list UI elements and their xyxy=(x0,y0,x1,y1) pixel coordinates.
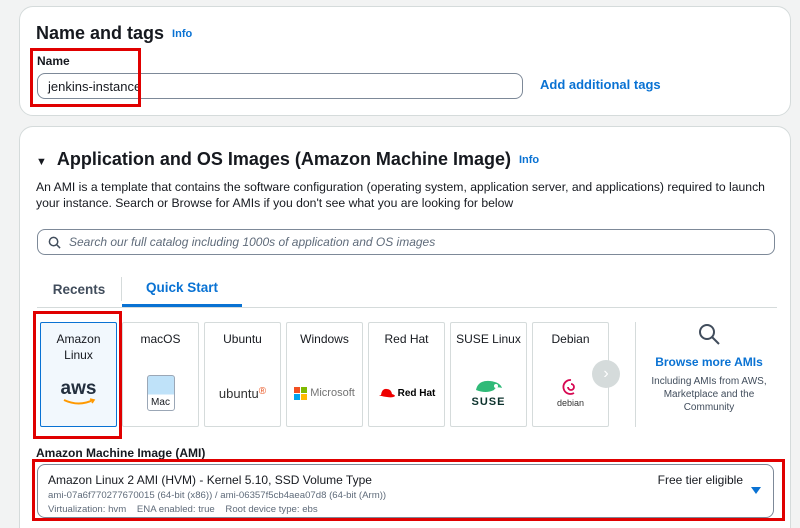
caret-down-icon[interactable] xyxy=(751,487,761,494)
browse-more-amis-link[interactable]: Browse more AMIs xyxy=(650,355,768,369)
name-field-label: Name xyxy=(37,54,70,68)
chevron-right-icon: › xyxy=(603,365,609,382)
ami-select-label: Amazon Machine Image (AMI) xyxy=(36,446,206,460)
mac-logo-icon: Mac xyxy=(123,375,198,411)
search-icon xyxy=(48,236,61,249)
aws-logo-text: aws xyxy=(60,378,97,399)
browse-divider xyxy=(635,322,636,427)
ami-info-link[interactable]: Info xyxy=(519,154,539,166)
tiles-next-button[interactable]: › xyxy=(592,360,620,388)
suse-logo-text: SUSE xyxy=(471,396,506,408)
tile-macos[interactable]: macOS Mac xyxy=(122,322,199,427)
magnifier-icon xyxy=(699,324,720,345)
redhat-logo-text: Red Hat xyxy=(397,387,436,399)
tab-quick-start[interactable]: Quick Start xyxy=(122,271,242,307)
ami-select[interactable]: Amazon Linux 2 AMI (HVM) - Kernel 5.10, … xyxy=(37,464,774,518)
tile-label: Windows xyxy=(300,332,349,346)
microsoft-logo-icon: Microsoft xyxy=(287,375,362,411)
ami-section-heading: Application and OS Images (Amazon Machin… xyxy=(56,149,511,169)
browse-more-subtext: Including AMIs from AWS, Marketplace and… xyxy=(651,376,767,413)
debian-logo-text: debian xyxy=(556,398,585,408)
ubuntu-logo-icon: ubuntu® xyxy=(205,375,280,411)
name-and-tags-panel: Name and tags Info Name jenkins-instance … xyxy=(19,6,791,116)
browse-more-amis: Browse more AMIs Including AMIs from AWS… xyxy=(650,322,768,414)
ubuntu-circle-icon: ® xyxy=(258,385,267,397)
suse-logo-icon: SUSE xyxy=(451,375,526,411)
name-section-title: Name and tags Info xyxy=(36,23,192,44)
name-section-heading: Name and tags xyxy=(36,23,165,43)
suse-chameleon-icon xyxy=(475,380,502,392)
tile-windows[interactable]: Windows Microsoft xyxy=(286,322,363,427)
tile-label: Amazon Linux xyxy=(56,332,101,362)
ubuntu-logo-text: ubuntu xyxy=(218,385,259,401)
tabs-underline xyxy=(37,307,777,308)
ami-panel: ▼ Application and OS Images (Amazon Machi… xyxy=(19,126,791,528)
windows-squares-icon xyxy=(294,386,308,400)
aws-logo-icon: aws xyxy=(41,375,116,411)
microsoft-logo-text: Microsoft xyxy=(310,387,355,399)
ami-description: An AMI is a template that contains the s… xyxy=(36,180,765,210)
add-additional-tags-link[interactable]: Add additional tags xyxy=(540,77,661,92)
name-info-link[interactable]: Info xyxy=(172,28,192,40)
ami-selected-ids: ami-07a6f770277670015 (64-bit (x86)) / a… xyxy=(48,490,387,501)
red-hat-icon xyxy=(378,388,395,398)
ami-search-input[interactable]: Search our full catalog including 1000s … xyxy=(37,229,775,255)
free-tier-badge: Free tier eligible xyxy=(657,473,743,487)
tile-label: macOS xyxy=(140,332,181,346)
ami-section-title: ▼ Application and OS Images (Amazon Machi… xyxy=(36,149,539,170)
tile-label: Debian xyxy=(551,332,590,346)
name-input[interactable]: jenkins-instance xyxy=(37,73,523,99)
redhat-logo-icon: Red Hat xyxy=(369,375,444,411)
tile-suse-linux[interactable]: SUSE Linux SUSE xyxy=(450,322,527,427)
tile-label: SUSE Linux xyxy=(456,332,521,346)
tile-label: Ubuntu xyxy=(223,332,262,346)
ubuntu-logo-wrap: ubuntu® xyxy=(219,386,266,401)
aws-smile-icon xyxy=(63,398,95,405)
tile-ubuntu[interactable]: Ubuntu ubuntu® xyxy=(204,322,281,427)
mac-logo-text: Mac xyxy=(151,397,170,408)
search-placeholder: Search our full catalog including 1000s … xyxy=(69,235,436,249)
ami-selected-title: Amazon Linux 2 AMI (HVM) - Kernel 5.10, … xyxy=(48,473,372,487)
tab-recents[interactable]: Recents xyxy=(37,271,121,307)
ami-selected-meta: Virtualization: hvm ENA enabled: true Ro… xyxy=(48,504,318,515)
tile-red-hat[interactable]: Red Hat Red Hat xyxy=(368,322,445,427)
collapse-caret-icon[interactable]: ▼ xyxy=(36,156,47,168)
tile-amazon-linux[interactable]: Amazon Linux aws xyxy=(40,322,117,427)
debian-swirl-icon xyxy=(562,379,575,395)
tile-label: Red Hat xyxy=(384,332,429,346)
